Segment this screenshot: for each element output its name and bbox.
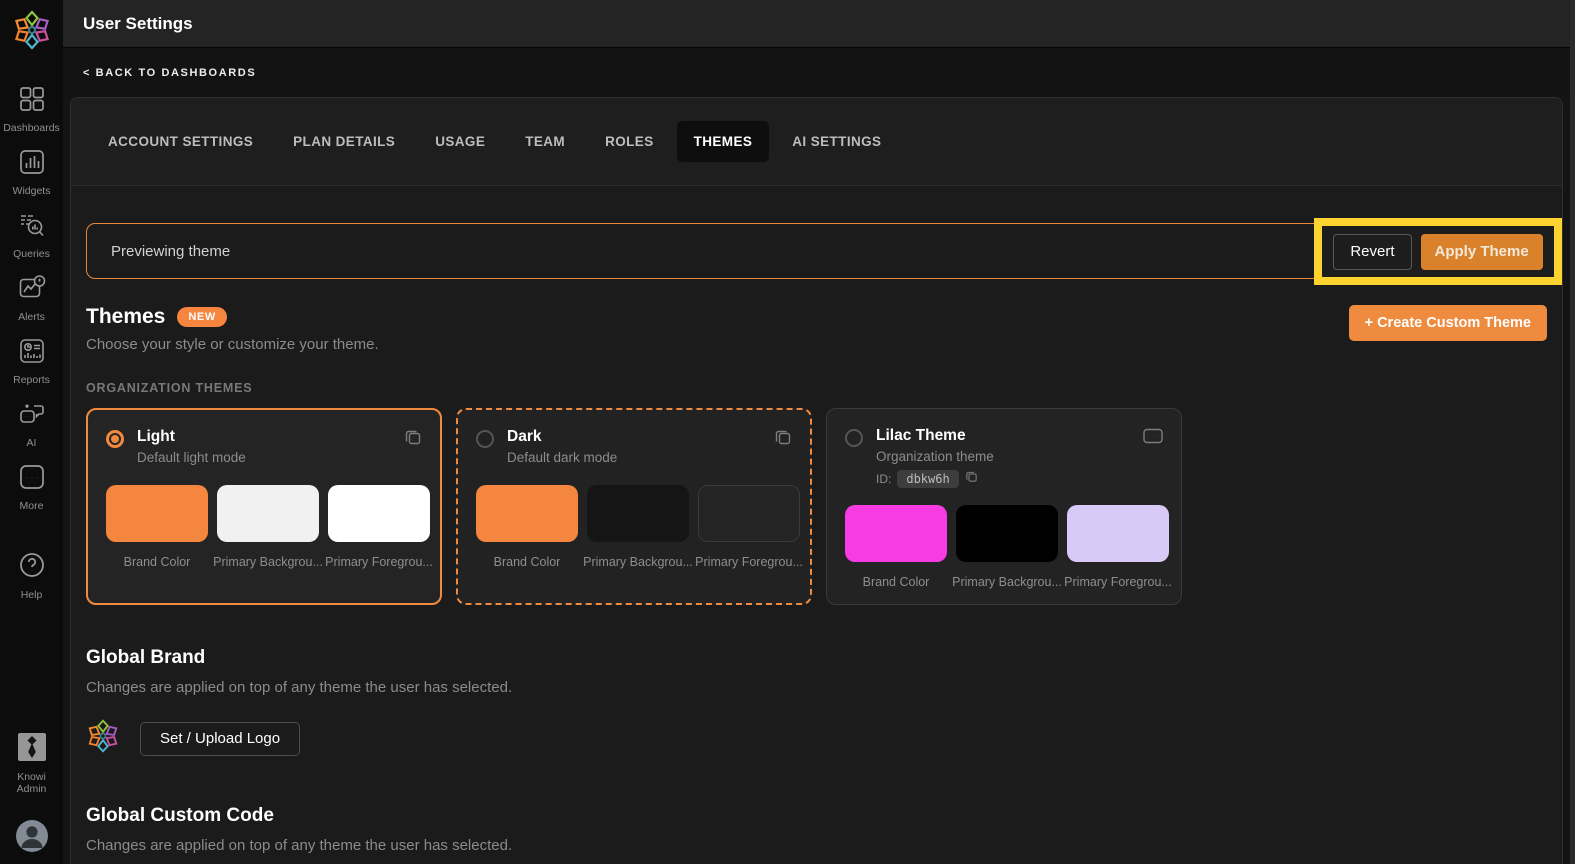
new-badge: NEW	[177, 307, 226, 327]
global-brand-description: Changes are applied on top of any theme …	[86, 679, 1547, 696]
sidebar-item-label: Queries	[13, 248, 50, 260]
theme-card-lilac[interactable]: Lilac Theme Organization theme ID: dbkw6…	[826, 408, 1182, 605]
sidebar-item-more[interactable]: More	[0, 463, 63, 512]
admin-tie-icon	[17, 732, 47, 767]
apply-theme-button[interactable]: Apply Theme	[1421, 234, 1543, 270]
back-to-dashboards-link[interactable]: < BACK TO DASHBOARDS	[83, 67, 256, 79]
sidebar-item-help[interactable]: Help	[0, 550, 63, 601]
lilac-radio[interactable]	[845, 429, 863, 447]
revert-button[interactable]: Revert	[1333, 234, 1411, 270]
page-title: User Settings	[83, 14, 193, 34]
theme-id-label: ID:	[876, 472, 891, 486]
theme-id-row: ID: dbkw6h	[876, 470, 1143, 488]
more-icon	[18, 463, 46, 496]
global-custom-code-description: Changes are applied on top of any theme …	[86, 837, 1547, 854]
app-root: Dashboards Widgets Queries	[0, 0, 1575, 864]
alerts-icon	[18, 274, 46, 307]
themes-subtitle: Choose your style or customize your them…	[86, 336, 379, 353]
theme-description: Default light mode	[137, 450, 404, 465]
knowi-logo[interactable]	[12, 10, 52, 55]
dashboards-icon	[18, 85, 46, 118]
global-custom-code-title: Global Custom Code	[86, 805, 1547, 827]
swatch-primary-background: Primary Backgrou...	[217, 485, 319, 569]
ellipsis-icon[interactable]	[1143, 427, 1163, 450]
widgets-icon	[18, 148, 46, 181]
theme-cards-row: Light Default light mode	[86, 408, 1547, 605]
themes-title: Themes	[86, 305, 165, 329]
back-bar: < BACK TO DASHBOARDS	[63, 48, 1575, 97]
light-radio[interactable]	[106, 430, 124, 448]
tab-ai-settings[interactable]: AI SETTINGS	[775, 121, 898, 162]
sidebar-item-knowi-admin[interactable]: Knowi Admin	[0, 732, 63, 795]
brand-logo	[86, 718, 120, 759]
user-avatar[interactable]	[15, 819, 49, 858]
swatch-primary-foreground: Primary Foregrou...	[328, 485, 430, 569]
swatch-primary-foreground: Primary Foregrou...	[1067, 505, 1169, 589]
tab-roles[interactable]: ROLES	[588, 121, 671, 162]
ai-icon	[18, 400, 46, 433]
global-custom-code-section: Global Custom Code Changes are applied o…	[86, 805, 1547, 854]
swatch-brand-color: Brand Color	[476, 485, 578, 569]
sidebar-item-label: Reports	[13, 374, 50, 386]
theme-id-value: dbkw6h	[897, 470, 958, 488]
create-custom-theme-button[interactable]: + Create Custom Theme	[1349, 305, 1547, 341]
reports-icon	[18, 337, 46, 370]
tab-usage[interactable]: USAGE	[418, 121, 502, 162]
theme-description: Default dark mode	[507, 450, 774, 465]
theme-card-light[interactable]: Light Default light mode	[86, 408, 442, 605]
highlight-annotation: Revert Apply Theme	[1314, 218, 1562, 285]
sidebar-item-label: AI	[27, 437, 37, 449]
top-header: User Settings	[63, 0, 1575, 48]
sidebar-item-widgets[interactable]: Widgets	[0, 148, 63, 197]
main-area: User Settings < BACK TO DASHBOARDS ACCOU…	[63, 0, 1575, 864]
preview-banner-wrap: Previewing theme Revert Apply Theme	[86, 223, 1547, 279]
copy-icon[interactable]	[404, 428, 422, 451]
sidebar-item-queries[interactable]: Queries	[0, 211, 63, 260]
swatch-primary-foreground: Primary Foregrou...	[698, 485, 800, 569]
scrollbar[interactable]	[1570, 0, 1575, 864]
copy-id-icon[interactable]	[965, 470, 978, 488]
copy-icon[interactable]	[774, 428, 792, 451]
settings-panel-wrap: ACCOUNT SETTINGS PLAN DETAILS USAGE TEAM…	[63, 97, 1575, 864]
settings-panel: ACCOUNT SETTINGS PLAN DETAILS USAGE TEAM…	[70, 97, 1563, 864]
tab-plan-details[interactable]: PLAN DETAILS	[276, 121, 412, 162]
theme-name: Light	[137, 428, 404, 446]
sidebar-item-label: More	[20, 500, 44, 512]
theme-card-dark[interactable]: Dark Default dark mode	[456, 408, 812, 605]
theme-name: Dark	[507, 428, 774, 446]
tab-team[interactable]: TEAM	[508, 121, 582, 162]
sidebar-item-alerts[interactable]: Alerts	[0, 274, 63, 323]
set-upload-logo-button[interactable]: Set / Upload Logo	[140, 722, 300, 756]
sidebar-item-label: Alerts	[18, 311, 45, 323]
sidebar-item-label: Help	[21, 589, 43, 601]
global-brand-section: Global Brand Changes are applied on top …	[86, 647, 1547, 759]
sidebar-item-label: Knowi Admin	[11, 771, 53, 795]
preview-banner-text: Previewing theme	[111, 243, 230, 260]
global-brand-title: Global Brand	[86, 647, 1547, 669]
theme-description: Organization theme	[876, 449, 1143, 464]
swatch-brand-color: Brand Color	[845, 505, 947, 589]
queries-icon	[18, 211, 46, 244]
help-icon	[17, 550, 47, 585]
sidebar-item-ai[interactable]: AI	[0, 400, 63, 449]
sidebar-item-reports[interactable]: Reports	[0, 337, 63, 386]
tab-themes[interactable]: THEMES	[677, 121, 770, 162]
swatch-brand-color: Brand Color	[106, 485, 208, 569]
sidebar: Dashboards Widgets Queries	[0, 0, 63, 864]
themes-header-row: Themes NEW Choose your style or customiz…	[86, 305, 1547, 353]
themes-content: Previewing theme Revert Apply Theme Them…	[71, 186, 1562, 864]
sidebar-item-label: Widgets	[13, 185, 51, 197]
dark-radio[interactable]	[476, 430, 494, 448]
sidebar-item-dashboards[interactable]: Dashboards	[0, 85, 63, 134]
theme-name: Lilac Theme	[876, 427, 1143, 445]
swatch-primary-background: Primary Backgrou...	[587, 485, 689, 569]
organization-themes-label: ORGANIZATION THEMES	[86, 381, 1547, 395]
tab-account-settings[interactable]: ACCOUNT SETTINGS	[91, 121, 270, 162]
sidebar-item-label: Dashboards	[3, 122, 60, 134]
swatch-primary-background: Primary Backgrou...	[956, 505, 1058, 589]
settings-tabbar: ACCOUNT SETTINGS PLAN DETAILS USAGE TEAM…	[71, 98, 1562, 186]
